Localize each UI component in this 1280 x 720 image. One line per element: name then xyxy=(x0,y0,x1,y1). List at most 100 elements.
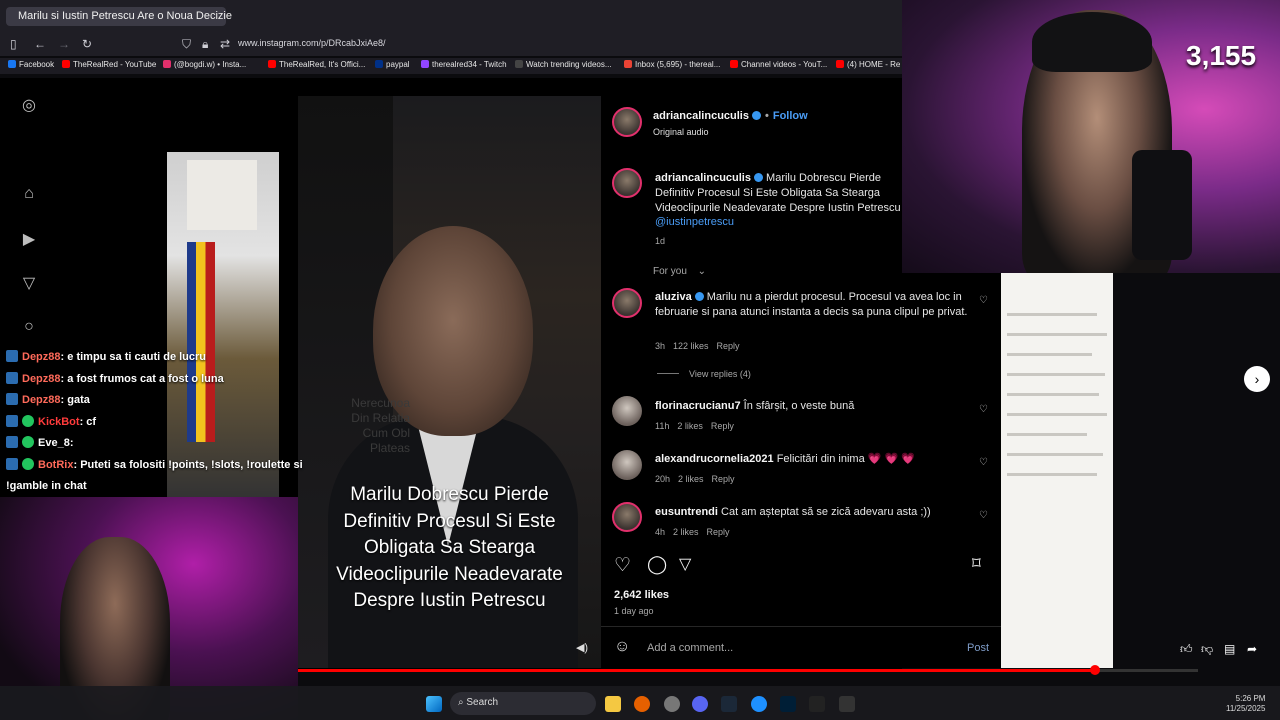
next-post-button[interactable]: › xyxy=(1244,366,1270,392)
bookmark-item[interactable]: TheRealRed - YouTube xyxy=(62,60,156,69)
chat-username[interactable]: KickBot xyxy=(38,416,80,428)
chat-text: gata xyxy=(67,394,90,407)
start-icon[interactable] xyxy=(426,696,442,712)
heart-icon[interactable]: ♡ xyxy=(979,457,988,468)
comment-avatar[interactable] xyxy=(612,288,642,318)
discord-icon[interactable] xyxy=(692,696,708,712)
post-caption: adriancalincuculis Marilu Dobrescu Pierd… xyxy=(655,172,901,214)
comment-avatar[interactable] xyxy=(612,502,642,532)
bookmark-favicon-icon xyxy=(163,60,171,68)
bookmark-favicon-icon xyxy=(62,60,70,68)
share-icon[interactable]: ▽ xyxy=(679,554,691,574)
app-icon[interactable] xyxy=(664,696,680,712)
mute-icon[interactable]: ◀) xyxy=(573,641,591,659)
site-settings-icon[interactable]: ⇄ xyxy=(220,37,230,51)
document-image xyxy=(1001,273,1113,668)
taskbar-search[interactable]: ⌕ Search xyxy=(450,692,596,715)
thumbs-up-icon[interactable]: 👍︎ xyxy=(1180,642,1193,657)
comment-meta: 3h 122 likes Reply xyxy=(655,341,740,351)
chat-badge-icon xyxy=(6,393,18,406)
mention-link[interactable]: @iustinpetrescu xyxy=(655,215,734,230)
likes-count[interactable]: 2,642 likes xyxy=(614,589,669,601)
app-icon[interactable] xyxy=(839,696,855,712)
chat-text: !gamble in chat xyxy=(6,479,87,492)
bookmark-item[interactable]: (4) HOME - Re xyxy=(836,60,900,69)
chat-message: BotRix: Puteti sa folositi !points, !slo… xyxy=(6,458,303,471)
heart-icon[interactable]: ♡ xyxy=(979,295,988,306)
chat-username[interactable]: Eve_8 xyxy=(38,437,70,449)
video-progress-bar[interactable] xyxy=(298,665,1198,675)
app-icon[interactable] xyxy=(809,696,825,712)
bookmark-item[interactable]: paypal xyxy=(375,60,410,69)
chat-message: Depz88: e timpu sa ti cauti de lucru xyxy=(6,350,206,363)
shield-icon[interactable]: ⛉ xyxy=(182,37,191,52)
microphone-image xyxy=(1132,150,1192,260)
forward-icon[interactable]: → xyxy=(58,37,70,51)
comment-icon[interactable]: ◯ xyxy=(647,554,667,575)
follow-button[interactable]: Follow xyxy=(773,110,808,122)
address-bar[interactable]: www.instagram.com/p/DRcabJxiAe8/ xyxy=(238,38,386,48)
bookmark-item[interactable]: (@bogdi.w) • Insta... xyxy=(163,60,246,69)
comment-avatar[interactable] xyxy=(612,450,642,480)
bookmark-favicon-icon xyxy=(730,60,738,68)
bookmark-icon[interactable]: ⌑ xyxy=(972,554,981,574)
comment: alexandrucornelia2021 Felicitări din ini… xyxy=(655,453,915,465)
system-clock[interactable]: 5:26 PM 11/25/2025 xyxy=(1226,694,1265,714)
bookmark-favicon-icon xyxy=(8,60,16,68)
app-icon[interactable] xyxy=(751,696,767,712)
author-avatar[interactable] xyxy=(612,107,642,137)
heart-icon[interactable]: ♡ xyxy=(979,510,988,521)
like-icon[interactable]: ♡ xyxy=(614,554,631,577)
chat-username[interactable]: Depz88 xyxy=(22,351,61,363)
heart-icon[interactable]: ♡ xyxy=(979,404,988,415)
messages-icon[interactable]: ▽ xyxy=(19,273,39,293)
view-replies[interactable]: View replies (4) xyxy=(657,369,759,379)
file-explorer-icon[interactable] xyxy=(605,696,621,712)
progress-handle[interactable] xyxy=(1089,665,1100,675)
post-button[interactable]: Post xyxy=(967,641,989,656)
chat-message: !gamble in chat xyxy=(6,480,87,492)
post-author[interactable]: adriancalincuculis • Follow xyxy=(653,110,808,122)
photoshop-icon[interactable] xyxy=(780,696,796,712)
emoji-icon[interactable]: ☺ xyxy=(614,638,630,656)
chat-message: KickBot: cf xyxy=(6,414,97,428)
firefox-icon[interactable] xyxy=(634,696,650,712)
home-icon[interactable]: ⌂ xyxy=(19,185,39,205)
share-arrow-icon[interactable]: ➦ xyxy=(1247,642,1257,656)
thumbs-down-icon[interactable]: 👎︎ xyxy=(1201,642,1213,657)
instagram-logo-icon[interactable]: ◎ xyxy=(19,95,39,115)
reel-video[interactable]: Nerecunoa Din Relatia Cum Obl Plateas Ma… xyxy=(298,96,601,668)
chat-badge-icon xyxy=(6,436,18,449)
reload-icon[interactable]: ↻ xyxy=(82,37,92,51)
comment-avatar[interactable] xyxy=(612,396,642,426)
back-icon[interactable]: ← xyxy=(34,37,46,51)
sidebar-toggle-icon[interactable]: ▯ xyxy=(10,37,17,51)
audio-label[interactable]: Original audio xyxy=(653,127,709,137)
search-icon[interactable]: ○ xyxy=(19,318,39,338)
bookmark-item[interactable]: TheRealRed, It's Offici... xyxy=(268,60,365,69)
reels-icon[interactable]: ▶ xyxy=(19,229,39,249)
taskbar-search-label: ⌕ Search xyxy=(458,697,499,708)
bookmark-item[interactable]: Channel videos - YouT... xyxy=(730,60,827,69)
chat-username[interactable]: Depz88 xyxy=(22,394,61,406)
bookmark-item[interactable]: Watch trending videos... xyxy=(515,60,612,69)
bookmark-item[interactable]: Facebook xyxy=(8,60,54,69)
chat-text: cf xyxy=(86,415,97,428)
bookmark-item[interactable]: Inbox (5,695) - thereal... xyxy=(624,60,720,69)
chat-username[interactable]: BotRix xyxy=(38,459,73,471)
sort-dropdown[interactable]: For you ⌄ xyxy=(653,266,706,277)
chat-username[interactable]: Depz88 xyxy=(22,373,61,385)
caption-author-avatar[interactable] xyxy=(612,168,642,198)
bookmark-item[interactable]: therealred34 - Twitch xyxy=(421,60,507,69)
browser-title-bar: Marilu si Iustin Petrescu Are o Noua Dec… xyxy=(0,0,902,32)
chat-icon[interactable]: ▤ xyxy=(1224,642,1235,656)
divider xyxy=(601,626,1001,627)
chat-message: Depz88: gata xyxy=(6,393,90,406)
caption-age: 1d xyxy=(655,236,666,246)
verified-icon xyxy=(751,111,761,120)
lock-icon[interactable]: 🔒︎ xyxy=(202,37,208,52)
comment-input[interactable]: Add a comment... xyxy=(647,641,733,656)
chat-text: a fost frumos cat a fost o luna xyxy=(67,372,224,385)
steam-icon[interactable] xyxy=(721,696,737,712)
bookmark-favicon-icon xyxy=(375,60,383,68)
